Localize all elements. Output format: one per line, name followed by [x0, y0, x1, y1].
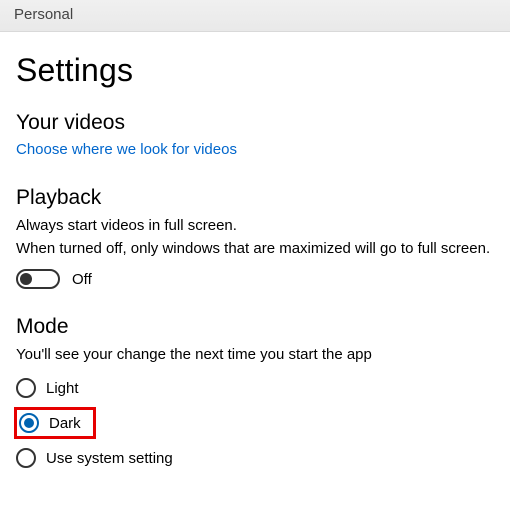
choose-video-locations-link[interactable]: Choose where we look for videos [16, 141, 237, 158]
playback-desc-line2: When turned off, only windows that are m… [16, 239, 494, 260]
toggle-knob [20, 273, 32, 285]
fullscreen-toggle-label: Off [72, 271, 92, 288]
mode-option-label: Dark [49, 415, 81, 432]
settings-content: Settings Your videos Choose where we loo… [0, 32, 510, 469]
mode-option-light[interactable]: Light [16, 377, 494, 399]
page-title: Settings [16, 52, 494, 89]
section-mode: Mode You'll see your change the next tim… [16, 315, 494, 469]
mode-option-dark[interactable]: Dark [19, 412, 81, 434]
window-titlebar: Personal [0, 0, 510, 32]
mode-option-label: Light [46, 380, 79, 397]
mode-heading: Mode [16, 315, 494, 339]
radio-icon [16, 448, 36, 468]
your-videos-heading: Your videos [16, 111, 494, 135]
section-playback: Playback Always start videos in full scr… [16, 186, 494, 289]
radio-icon [16, 378, 36, 398]
highlight-dark-option: Dark [14, 407, 96, 439]
radio-icon [19, 413, 39, 433]
fullscreen-toggle[interactable] [16, 269, 60, 289]
fullscreen-toggle-row: Off [16, 269, 494, 289]
playback-desc-line1: Always start videos in full screen. [16, 216, 494, 237]
mode-option-system[interactable]: Use system setting [16, 447, 494, 469]
radio-dot-icon [24, 418, 34, 428]
mode-hint: You'll see your change the next time you… [16, 345, 494, 366]
section-your-videos: Your videos Choose where we look for vid… [16, 111, 494, 186]
mode-option-label: Use system setting [46, 450, 173, 467]
window-title: Personal [14, 6, 73, 23]
playback-heading: Playback [16, 186, 494, 210]
